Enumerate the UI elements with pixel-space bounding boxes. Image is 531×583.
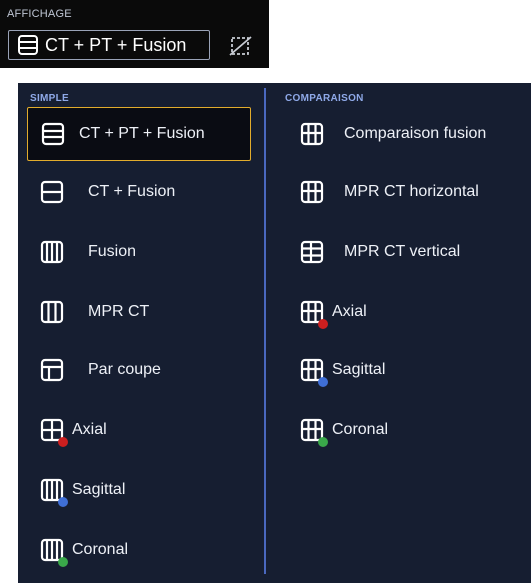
layout-grid-3x3-icon <box>300 418 328 447</box>
coronal-dot-icon <box>58 557 68 567</box>
menu-item-comparison-axial[interactable]: Axial <box>300 285 526 339</box>
menu-item-ct-fusion[interactable]: CT + Fusion <box>40 165 250 219</box>
sagittal-dot-icon <box>58 497 68 507</box>
menu-item-sagittal[interactable]: Sagittal <box>40 463 250 517</box>
menu-item-axial[interactable]: Axial <box>40 403 250 457</box>
layout-columns-4-icon <box>40 538 68 567</box>
layout-grid-split-icon <box>300 240 324 264</box>
menu-item-label: Axial <box>332 303 367 320</box>
menu-item-comparison-sagittal[interactable]: Sagittal <box>300 343 526 397</box>
menu-item-coronal[interactable]: Coronal <box>40 523 250 577</box>
menu-item-comparison-coronal[interactable]: Coronal <box>300 403 526 457</box>
crop-off-icon[interactable] <box>227 34 255 58</box>
menu-item-label: Coronal <box>332 421 389 438</box>
layout-rows-2-icon <box>40 180 64 204</box>
layout-grid-3x3-icon <box>300 358 328 387</box>
coronal-dot-icon <box>318 437 328 447</box>
menu-item-label: Par coupe <box>88 361 161 378</box>
layout-grid-3x3-icon <box>300 180 324 204</box>
layout-dropdown-panel: SIMPLE COMPARAISON CT + PT + Fusion CT +… <box>18 83 531 583</box>
menu-item-label: CT + PT + Fusion <box>79 125 205 142</box>
layout-grid-3x3-icon <box>300 300 328 329</box>
sagittal-dot-icon <box>318 377 328 387</box>
menu-item-mpr-ct-vertical[interactable]: MPR CT vertical <box>300 225 526 279</box>
layout-selector-label: CT + PT + Fusion <box>45 34 187 55</box>
menu-item-mpr-ct-horizontal[interactable]: MPR CT horizontal <box>300 165 526 219</box>
axial-dot-icon <box>318 319 328 329</box>
comparison-section-header: COMPARAISON <box>285 93 364 104</box>
menu-item-label: MPR CT <box>88 303 150 320</box>
menu-item-mpr-ct[interactable]: MPR CT <box>40 285 250 339</box>
menu-item-label: Axial <box>72 421 107 438</box>
display-section-label: AFFICHAGE <box>7 8 72 20</box>
layout-columns-3-icon <box>40 300 64 324</box>
menu-item-label: MPR CT horizontal <box>344 183 479 200</box>
simple-section-header: SIMPLE <box>30 93 70 104</box>
layout-rows-3-icon <box>41 122 65 146</box>
menu-item-label: MPR CT vertical <box>344 243 461 260</box>
menu-item-label: Sagittal <box>72 481 126 498</box>
menu-item-ct-pt-fusion[interactable]: CT + PT + Fusion <box>27 107 251 161</box>
layout-columns-4-icon <box>40 240 64 264</box>
layout-columns-4-icon <box>40 478 68 507</box>
layout-rows-3-icon <box>17 34 39 56</box>
column-divider <box>264 88 266 574</box>
layout-grid-2x2-icon <box>40 418 68 447</box>
menu-item-label: Comparaison fusion <box>344 125 487 142</box>
layout-grid-3x3-icon <box>300 122 324 146</box>
menu-item-par-coupe[interactable]: Par coupe <box>40 343 250 397</box>
menu-item-fusion[interactable]: Fusion <box>40 225 250 279</box>
menu-item-label: CT + Fusion <box>88 183 176 200</box>
axial-dot-icon <box>58 437 68 447</box>
menu-item-label: Coronal <box>72 541 129 558</box>
menu-item-label: Sagittal <box>332 361 386 378</box>
layout-sidebar-icon <box>40 358 64 382</box>
display-control: AFFICHAGE CT + PT + Fusion <box>0 0 269 68</box>
layout-selector[interactable]: CT + PT + Fusion <box>8 30 210 60</box>
menu-item-label: Fusion <box>88 243 137 260</box>
menu-item-comparaison-fusion[interactable]: Comparaison fusion <box>300 107 526 161</box>
